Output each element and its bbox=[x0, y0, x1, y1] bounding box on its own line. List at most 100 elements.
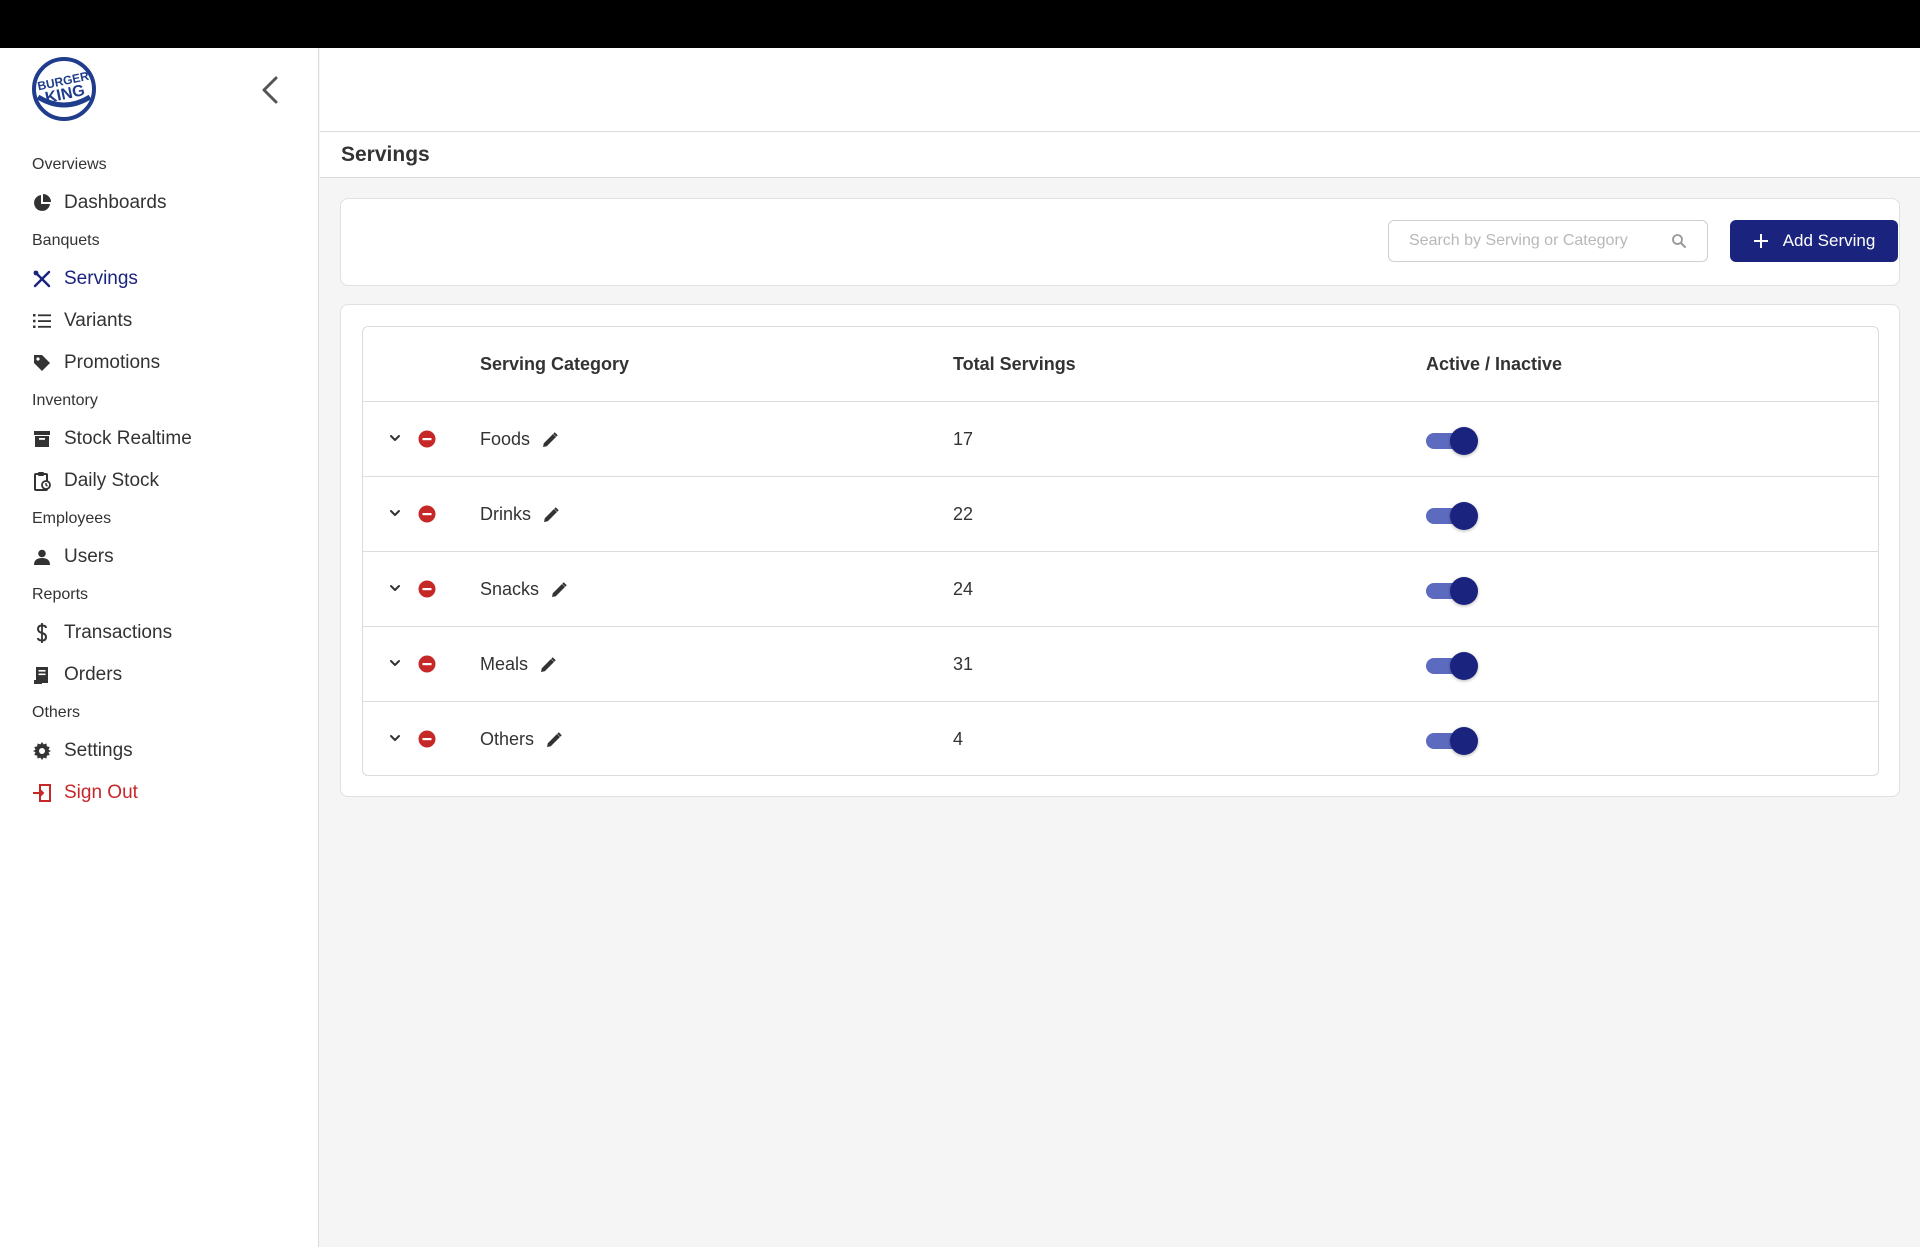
sidebar-item-sign-out[interactable]: Sign Out bbox=[0, 772, 319, 814]
sidebar-item-label: Servings bbox=[64, 268, 138, 289]
sidebar-item-settings[interactable]: Settings bbox=[0, 730, 319, 772]
sidebar-item-label: Settings bbox=[64, 740, 133, 761]
column-header-status: Active / Inactive bbox=[1426, 354, 1563, 374]
category-name: Drinks bbox=[480, 504, 532, 524]
chevron-down-icon[interactable] bbox=[387, 430, 403, 446]
top-bar bbox=[0, 0, 1920, 48]
table-header: Serving Category Total Servings Active /… bbox=[363, 327, 1878, 402]
table-row: Drinks 22 bbox=[363, 477, 1878, 552]
page-title-bar: Servings bbox=[320, 132, 1920, 178]
user-icon bbox=[32, 547, 52, 567]
remove-circle-icon[interactable] bbox=[418, 730, 436, 748]
nav-section-overviews: Overviews bbox=[32, 156, 107, 173]
search-box bbox=[1388, 220, 1708, 262]
sidebar-item-label: Variants bbox=[64, 310, 133, 331]
clipboard-clock-icon bbox=[32, 471, 52, 491]
toggle-knob bbox=[1450, 577, 1478, 605]
sidebar-item-label: Users bbox=[64, 546, 114, 567]
category-cell: Foods bbox=[480, 429, 558, 450]
category-cell: Drinks bbox=[480, 504, 559, 525]
burger-king-logo: BURGER KING bbox=[32, 57, 96, 121]
sidebar-item-users[interactable]: Users bbox=[0, 536, 319, 578]
chevron-down-icon[interactable] bbox=[387, 505, 403, 521]
utensils-icon bbox=[32, 269, 52, 289]
table-card: Serving Category Total Servings Active /… bbox=[340, 304, 1900, 797]
chevron-down-icon[interactable] bbox=[387, 655, 403, 671]
page-title: Servings bbox=[341, 143, 430, 166]
sidebar-item-label: Promotions bbox=[64, 352, 161, 373]
table-row: Meals 31 bbox=[363, 627, 1878, 702]
sidebar-item-servings[interactable]: Servings bbox=[0, 258, 319, 300]
category-cell: Others bbox=[480, 729, 562, 750]
sidebar-item-variants[interactable]: Variants bbox=[0, 300, 319, 342]
pencil-icon[interactable] bbox=[546, 731, 562, 748]
table-row: Others 4 bbox=[363, 702, 1878, 775]
add-serving-button[interactable]: Add Serving bbox=[1730, 220, 1898, 262]
active-toggle[interactable] bbox=[1426, 651, 1478, 680]
sidebar: BURGER KING Overviews Dashboards Banquet… bbox=[0, 48, 319, 1247]
dollar-icon bbox=[32, 623, 52, 643]
total-servings-cell: 17 bbox=[953, 429, 974, 449]
toggle-knob bbox=[1450, 652, 1478, 680]
servings-table: Serving Category Total Servings Active /… bbox=[362, 326, 1879, 776]
column-header-category: Serving Category bbox=[480, 354, 630, 374]
category-name: Foods bbox=[480, 429, 531, 449]
toggle-knob bbox=[1450, 727, 1478, 755]
sidebar-item-label: Dashboards bbox=[64, 192, 167, 213]
sidebar-item-label: Daily Stock bbox=[64, 470, 160, 491]
sidebar-item-label: Stock Realtime bbox=[64, 428, 192, 449]
toggle-knob bbox=[1450, 427, 1478, 455]
pencil-icon[interactable] bbox=[542, 431, 558, 448]
plus-icon bbox=[1753, 233, 1769, 249]
gear-icon bbox=[32, 741, 52, 761]
total-servings-cell: 22 bbox=[953, 504, 974, 524]
collapse-sidebar-button[interactable] bbox=[256, 72, 284, 108]
remove-circle-icon[interactable] bbox=[418, 505, 436, 523]
toolbar-card: Add Serving bbox=[340, 198, 1900, 286]
tag-icon bbox=[32, 353, 52, 373]
nav-section-employees: Employees bbox=[32, 510, 112, 527]
sign-out-icon bbox=[32, 783, 52, 803]
active-toggle[interactable] bbox=[1426, 726, 1478, 755]
pie-chart-icon bbox=[32, 193, 52, 213]
total-servings-cell: 31 bbox=[953, 654, 974, 674]
sidebar-nav: Overviews Dashboards Banquets Servings V… bbox=[0, 148, 319, 814]
chevron-left-icon bbox=[262, 76, 278, 104]
sidebar-item-dashboards[interactable]: Dashboards bbox=[0, 182, 319, 224]
chevron-down-icon[interactable] bbox=[387, 580, 403, 596]
sidebar-item-label: Sign Out bbox=[64, 782, 138, 803]
total-servings-cell: 24 bbox=[953, 579, 974, 599]
toggle-knob bbox=[1450, 502, 1478, 530]
add-serving-label: Add Serving bbox=[1782, 231, 1876, 250]
category-name: Others bbox=[480, 729, 535, 749]
search-icon[interactable] bbox=[1671, 233, 1687, 249]
total-servings-cell: 4 bbox=[953, 729, 964, 749]
sidebar-item-promotions[interactable]: Promotions bbox=[0, 342, 319, 384]
nav-section-inventory: Inventory bbox=[32, 392, 98, 409]
search-input[interactable] bbox=[1409, 221, 1669, 261]
category-name: Snacks bbox=[480, 579, 540, 599]
active-toggle[interactable] bbox=[1426, 426, 1478, 455]
category-cell: Meals bbox=[480, 654, 556, 675]
sidebar-item-daily-stock[interactable]: Daily Stock bbox=[0, 460, 319, 502]
receipt-icon bbox=[32, 665, 52, 685]
remove-circle-icon[interactable] bbox=[418, 655, 436, 673]
sidebar-item-transactions[interactable]: Transactions bbox=[0, 612, 319, 654]
sidebar-item-label: Orders bbox=[64, 664, 123, 685]
sidebar-item-stock-realtime[interactable]: Stock Realtime bbox=[0, 418, 319, 460]
active-toggle[interactable] bbox=[1426, 501, 1478, 530]
remove-circle-icon[interactable] bbox=[418, 430, 436, 448]
nav-section-others: Others bbox=[32, 704, 81, 721]
sidebar-item-label: Transactions bbox=[64, 622, 173, 643]
pencil-icon[interactable] bbox=[540, 656, 556, 673]
pencil-icon[interactable] bbox=[551, 581, 567, 598]
remove-circle-icon[interactable] bbox=[418, 580, 436, 598]
sidebar-item-orders[interactable]: Orders bbox=[0, 654, 319, 696]
active-toggle[interactable] bbox=[1426, 576, 1478, 605]
column-header-total: Total Servings bbox=[953, 354, 1076, 374]
main-header bbox=[320, 48, 1920, 132]
pencil-icon[interactable] bbox=[543, 506, 559, 523]
chevron-down-icon[interactable] bbox=[387, 730, 403, 746]
archive-icon bbox=[32, 429, 52, 449]
list-icon bbox=[32, 311, 52, 331]
